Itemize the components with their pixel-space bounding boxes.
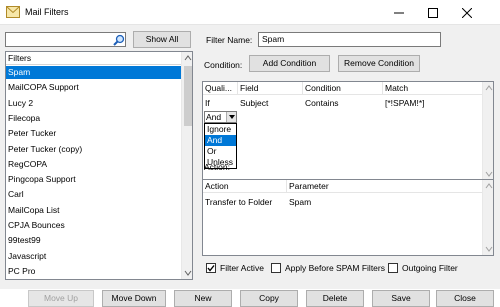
filters-list[interactable]: Filters Spam MailCOPA Support Lucy 2 Fileco… xyxy=(5,51,193,280)
scroll-down-icon[interactable] xyxy=(483,243,494,255)
condition-table[interactable]: Quali... Field Condition Match If Subjec… xyxy=(202,81,494,181)
col-action[interactable]: Action xyxy=(203,180,287,193)
condition-label: Condition: xyxy=(204,60,243,70)
close-button[interactable]: Close xyxy=(436,290,494,307)
mail-icon xyxy=(6,6,20,18)
filter-list-item[interactable]: MailCOPA Support xyxy=(6,81,181,94)
save-button[interactable]: Save xyxy=(372,290,430,307)
dialog-body: Show All Filters Spam MailCOPA Support Luc… xyxy=(0,25,500,307)
new-button[interactable]: New xyxy=(174,290,232,307)
dropdown-option[interactable]: Or xyxy=(205,146,236,157)
col-condition[interactable]: Condition xyxy=(303,82,383,95)
search-icon[interactable] xyxy=(113,34,125,46)
minimize-button[interactable] xyxy=(382,0,416,25)
filter-active-checkbox[interactable]: Filter Active xyxy=(206,263,264,273)
scroll-up-icon[interactable] xyxy=(182,52,193,64)
search-input[interactable] xyxy=(5,32,126,47)
col-field[interactable]: Field xyxy=(238,82,303,95)
outgoing-filter-checkbox[interactable]: Outgoing Filter xyxy=(388,263,458,273)
filter-list-item[interactable]: Carl xyxy=(6,188,181,201)
filter-list-item[interactable]: Spam xyxy=(6,66,181,79)
cond-condition-cell[interactable]: Contains xyxy=(305,97,339,109)
filter-list-item[interactable]: Javascript xyxy=(6,250,181,263)
maximize-icon xyxy=(428,8,438,18)
minimize-icon xyxy=(394,12,404,14)
filter-list-item[interactable]: Filecopa xyxy=(6,112,181,125)
filter-list-item[interactable]: 99test99 xyxy=(6,234,181,247)
qualifier-combo[interactable]: And xyxy=(204,111,237,123)
checkmark-icon xyxy=(207,265,215,272)
scroll-up-icon[interactable] xyxy=(483,180,494,192)
filter-list-item[interactable]: MailCopa List xyxy=(6,204,181,217)
filter-list-item[interactable]: Pingcopa Support xyxy=(6,173,181,186)
filter-list-item[interactable]: Lucy 2 xyxy=(6,97,181,110)
close-icon xyxy=(462,8,472,18)
cond-match-cell[interactable]: [*!SPAM!*] xyxy=(385,97,425,109)
filter-list-item[interactable]: PC Pro xyxy=(6,265,181,278)
action-label: Action: xyxy=(204,162,230,172)
action-table[interactable]: Action Parameter Transfer to Folder Spam xyxy=(202,179,494,256)
checkbox-box[interactable] xyxy=(388,263,398,273)
checkbox-box[interactable] xyxy=(271,263,281,273)
move-up-button[interactable]: Move Up xyxy=(28,290,94,307)
scroll-thumb[interactable] xyxy=(184,66,192,126)
checkbox-box[interactable] xyxy=(206,263,216,273)
cond-field-cell[interactable]: Subject xyxy=(240,97,268,109)
filter-name-label: Filter Name: xyxy=(206,35,253,45)
delete-button[interactable]: Delete xyxy=(306,290,364,307)
remove-condition-button[interactable]: Remove Condition xyxy=(338,55,420,72)
scroll-up-icon[interactable] xyxy=(483,82,494,94)
condition-scrollbar[interactable] xyxy=(482,82,494,180)
dropdown-option[interactable]: Ignore xyxy=(205,124,236,135)
qualifier-combo-value: And xyxy=(206,112,222,122)
col-parameter[interactable]: Parameter xyxy=(287,180,483,193)
filter-list-item[interactable]: CPJA Bounces xyxy=(6,219,181,232)
action-scrollbar[interactable] xyxy=(482,180,494,255)
filter-name-input[interactable]: Spam xyxy=(258,32,441,47)
parameter-cell[interactable]: Spam xyxy=(289,196,311,208)
close-window-button[interactable] xyxy=(450,0,484,25)
filter-active-label: Filter Active xyxy=(220,263,264,273)
outgoing-filter-label: Outgoing Filter xyxy=(402,263,458,273)
combo-arrow[interactable] xyxy=(226,112,236,122)
filter-list-item[interactable]: Peter Tucker (copy) xyxy=(6,143,181,156)
action-cell[interactable]: Transfer to Folder xyxy=(205,196,272,208)
col-match[interactable]: Match xyxy=(383,82,483,95)
move-down-button[interactable]: Move Down xyxy=(102,290,166,307)
scroll-down-icon[interactable] xyxy=(182,267,193,279)
maximize-button[interactable] xyxy=(416,0,450,25)
show-all-button[interactable]: Show All xyxy=(133,31,191,48)
filters-header: Filters xyxy=(6,52,181,65)
chevron-down-icon xyxy=(229,115,235,119)
filters-scrollbar[interactable] xyxy=(181,52,193,279)
copy-button[interactable]: Copy xyxy=(240,290,298,307)
add-condition-button[interactable]: Add Condition xyxy=(249,55,330,72)
apply-before-spam-label: Apply Before SPAM Filters xyxy=(285,263,385,273)
title-bar: Mail Filters xyxy=(0,0,500,25)
dropdown-option[interactable]: And xyxy=(205,135,236,146)
cond-qualifier-cell[interactable]: If xyxy=(205,97,210,109)
apply-before-spam-checkbox[interactable]: Apply Before SPAM Filters xyxy=(271,263,385,273)
col-qualifier[interactable]: Quali... xyxy=(203,82,238,95)
window-title: Mail Filters xyxy=(25,7,69,17)
filter-list-item[interactable]: Peter Tucker xyxy=(6,127,181,140)
filter-list-item[interactable]: RegCOPA xyxy=(6,158,181,171)
